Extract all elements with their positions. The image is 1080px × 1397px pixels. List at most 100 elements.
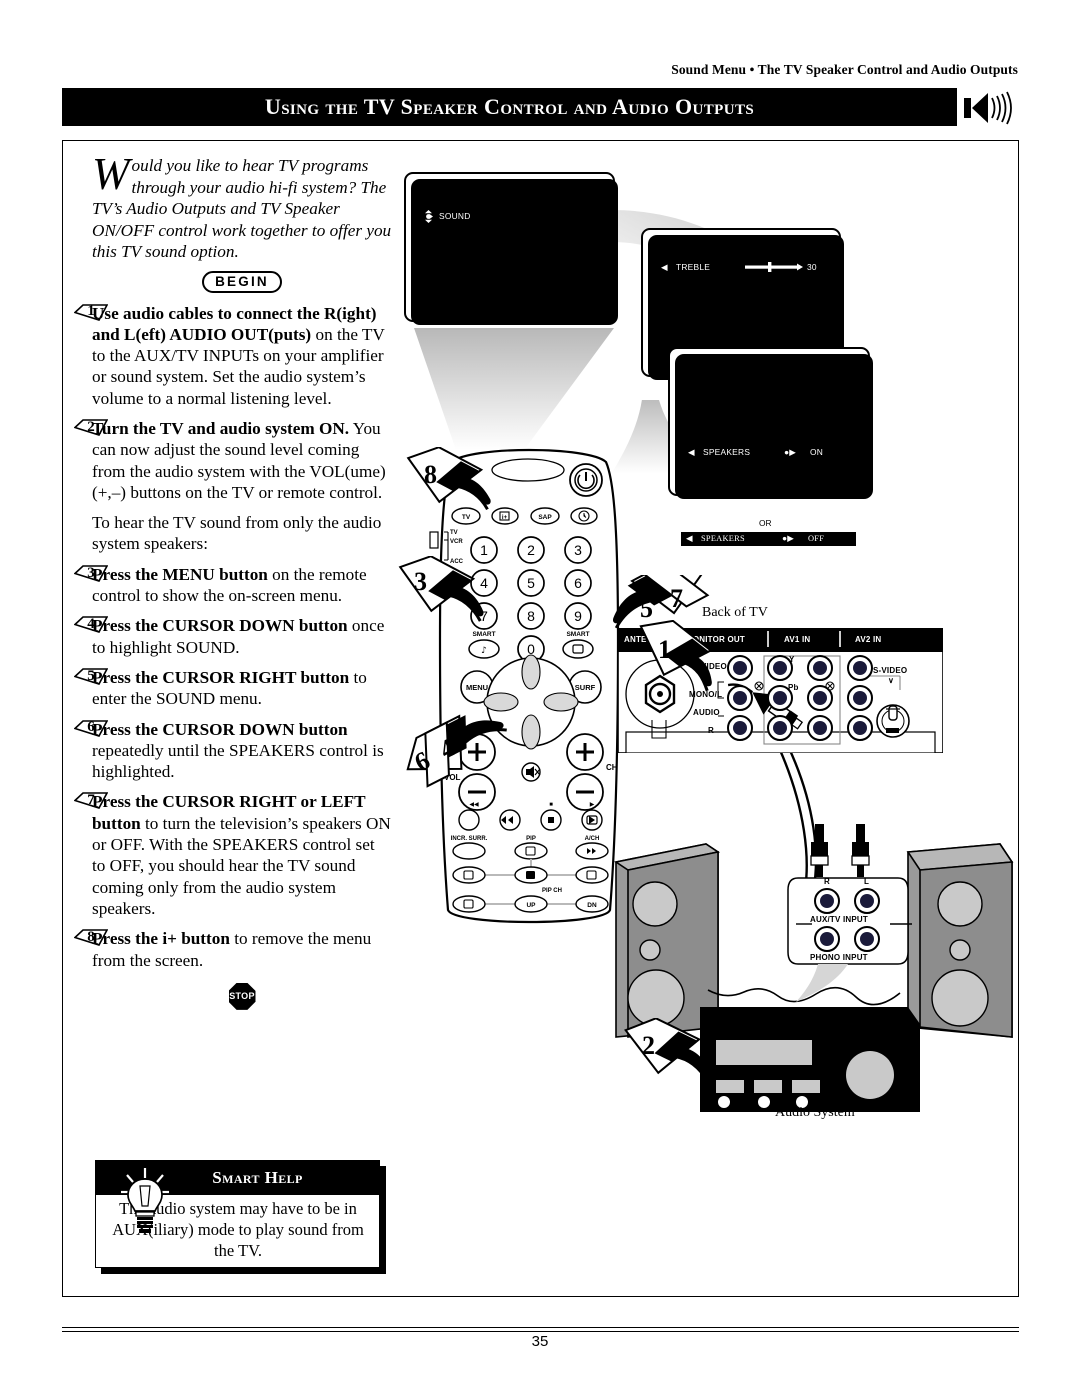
svg-text:A/CH: A/CH bbox=[585, 836, 600, 842]
jack-av1-audio-r bbox=[807, 715, 833, 741]
callout-2-label: 2 bbox=[642, 1031, 655, 1060]
step-number-text: 2 bbox=[87, 418, 95, 435]
osd-sound-b-item-sap[interactable]: SAP bbox=[701, 417, 719, 427]
osd-sound-a-item-incr[interactable]: INCR. SURROUND bbox=[673, 329, 750, 339]
step-number-3: 3 bbox=[74, 565, 108, 582]
callout-8: 8 bbox=[406, 447, 491, 511]
amp-label-r: R bbox=[824, 877, 830, 886]
page-title-bar: Using the TV Speaker Control and Audio O… bbox=[62, 88, 957, 126]
step-number-text: 5 bbox=[87, 667, 95, 684]
callout-8-label: 8 bbox=[424, 460, 437, 489]
stop-marker: STOP bbox=[92, 982, 392, 1010]
svg-text:SAP: SAP bbox=[538, 514, 552, 521]
osd-sound-a-item-treble[interactable]: ◀ TREBLE 30 bbox=[656, 260, 826, 274]
intro-paragraph: Would you like to hear TV programs throu… bbox=[92, 149, 392, 263]
svg-text:2: 2 bbox=[527, 542, 535, 558]
step-7: 7 Press the CURSOR RIGHT or LEFT button … bbox=[74, 791, 392, 919]
osd-sound-b-header: SOUND bbox=[683, 368, 715, 378]
jack-aux-tv-input-r bbox=[814, 888, 840, 914]
tv-back-label-r: R bbox=[708, 726, 714, 735]
callout-3-label: 3 bbox=[414, 567, 427, 596]
step-1: 1 Use audio cables to connect the R(ight… bbox=[74, 303, 392, 409]
svg-text:8: 8 bbox=[527, 608, 535, 624]
step-text-7: Press the CURSOR RIGHT or LEFT button to… bbox=[92, 792, 391, 918]
osd-main-sub-avl: AVL bbox=[518, 244, 534, 254]
svg-text:◀◀: ◀◀ bbox=[469, 802, 479, 808]
svg-text:♪: ♪ bbox=[481, 646, 487, 656]
osd-sound-a-item-bass[interactable]: BASS bbox=[673, 278, 696, 288]
step-text-3: Press the MENU button on the remote cont… bbox=[92, 564, 367, 606]
osd-main-menu: PICTURE SOUND FEATURES INSTALL TREBLE BA… bbox=[404, 172, 618, 325]
osd-sound-b-item-stereo[interactable]: STEREO bbox=[701, 402, 737, 412]
osd-sound-speakers: SOUND INCR. SURROUND STEREO SAP AUDIO OU… bbox=[668, 347, 873, 499]
tv-back-label-av2-in: AV2 IN bbox=[855, 635, 882, 644]
step-5: 5 Press the CURSOR RIGHT button to enter… bbox=[74, 667, 392, 710]
step-number-7: 7 bbox=[74, 792, 108, 810]
svg-text:▶: ▶ bbox=[590, 802, 595, 808]
osd-main-item-sound[interactable]: SOUND bbox=[422, 210, 512, 223]
step-number-text: 1 bbox=[87, 303, 95, 320]
osd-main-item-install[interactable]: INSTALL bbox=[439, 240, 474, 250]
footer-rule-bottom bbox=[62, 1331, 1019, 1332]
page-number: 35 bbox=[531, 1333, 549, 1350]
osd-sound-b-item-speakers[interactable]: ◀ SPEAKERS ●▶ ON bbox=[683, 445, 858, 459]
callout-5-label: 5 bbox=[640, 594, 653, 623]
smart-help-box: Smart Help The audio system may have to … bbox=[95, 1160, 386, 1274]
svg-text:INCR. SURR.: INCR. SURR. bbox=[451, 836, 488, 842]
step-number-4: 4 bbox=[74, 616, 108, 634]
callout-7-label: 7 bbox=[670, 584, 683, 613]
osd-main-item-features[interactable]: FEATURES bbox=[439, 225, 485, 235]
step-number-2: 2 bbox=[74, 419, 108, 436]
osd-sound-b-item-incr[interactable]: INCR. SURROUND bbox=[701, 389, 778, 399]
step-text-1: Use audio cables to connect the R(ight) … bbox=[92, 303, 385, 408]
svg-text:CH: CH bbox=[606, 763, 618, 772]
speaker-sound-icon bbox=[962, 90, 1018, 126]
osd-speakers-off-row[interactable]: ◀ SPEAKERS ●▶ OFF bbox=[681, 532, 856, 546]
svg-text:3: 3 bbox=[574, 542, 582, 558]
jack-av1-audio-l bbox=[807, 685, 833, 711]
jack-aux-tv-input-l bbox=[854, 888, 880, 914]
jack-av2-audio-l bbox=[847, 685, 873, 711]
tv-back-label-pr: Pr bbox=[788, 713, 797, 722]
amp-label-l: L bbox=[864, 877, 870, 886]
step-number-text: 4 bbox=[87, 616, 95, 633]
osd-sound-a-item-avl[interactable]: AVL bbox=[673, 312, 689, 322]
step-text-4: Press the CURSOR DOWN button once to hig… bbox=[92, 616, 385, 657]
osd-sound-a-header: SOUND bbox=[656, 249, 688, 259]
svg-text:VCR: VCR bbox=[450, 539, 463, 545]
osd-main-sub-treble: TREBLE bbox=[518, 199, 553, 209]
jack-av1-video bbox=[807, 655, 833, 681]
svg-text:DN: DN bbox=[587, 902, 597, 909]
illustration-area: PICTURE SOUND FEATURES INSTALL TREBLE BA… bbox=[396, 150, 1026, 1150]
step-6: 6 Press the CURSOR DOWN button repeatedl… bbox=[74, 719, 392, 783]
step-number-text: 3 bbox=[87, 564, 95, 581]
interstitial-text: To hear the TV sound from only the audio… bbox=[92, 513, 382, 554]
footer-rule-top bbox=[62, 1327, 1019, 1328]
step-text-5: Press the CURSOR RIGHT button to enter t… bbox=[92, 667, 367, 709]
step-4: 4 Press the CURSOR DOWN button once to h… bbox=[74, 615, 392, 658]
intro-dropcap: W bbox=[92, 149, 130, 199]
osd-or-label: OR bbox=[759, 518, 772, 528]
osd-main-sub-bass: BASS bbox=[518, 214, 542, 224]
step-number-text: 6 bbox=[87, 719, 95, 736]
step-number-1: 1 bbox=[74, 303, 108, 321]
tv-back-label-s-video: S-VIDEO bbox=[873, 666, 908, 675]
osd-sound-b-item-audio-out[interactable]: AUDIO OUT bbox=[701, 432, 750, 442]
osd-sound-a-slider-value: 30 bbox=[807, 262, 817, 272]
callout-1-label: 1 bbox=[658, 635, 671, 664]
intro-text: ould you like to hear TV programs throug… bbox=[92, 156, 392, 261]
begin-label: BEGIN bbox=[202, 270, 282, 293]
osd-speakers-off-value: OFF bbox=[808, 534, 825, 543]
step-3: 3 Press the MENU button on the remote co… bbox=[74, 564, 392, 607]
scroll-down-arrow bbox=[753, 338, 761, 344]
osd-sound-a-item-balance[interactable]: BALANCE bbox=[673, 295, 714, 305]
step-text-2: Turn the TV and audio system ON. You can… bbox=[92, 418, 386, 502]
osd-main-item-picture[interactable]: PICTURE bbox=[439, 199, 478, 209]
osd-main-sub-balance: BALANCE bbox=[518, 229, 559, 239]
step-text-6: Press the CURSOR DOWN button repeatedly … bbox=[92, 719, 384, 782]
page-title: Using the TV Speaker Control and Audio O… bbox=[264, 94, 755, 119]
callout-2: 2 bbox=[624, 1018, 711, 1083]
instructions-column: Would you like to hear TV programs throu… bbox=[74, 149, 392, 1010]
tv-back-label-av1-in: AV1 IN bbox=[784, 635, 811, 644]
jack-av2-video bbox=[847, 655, 873, 681]
